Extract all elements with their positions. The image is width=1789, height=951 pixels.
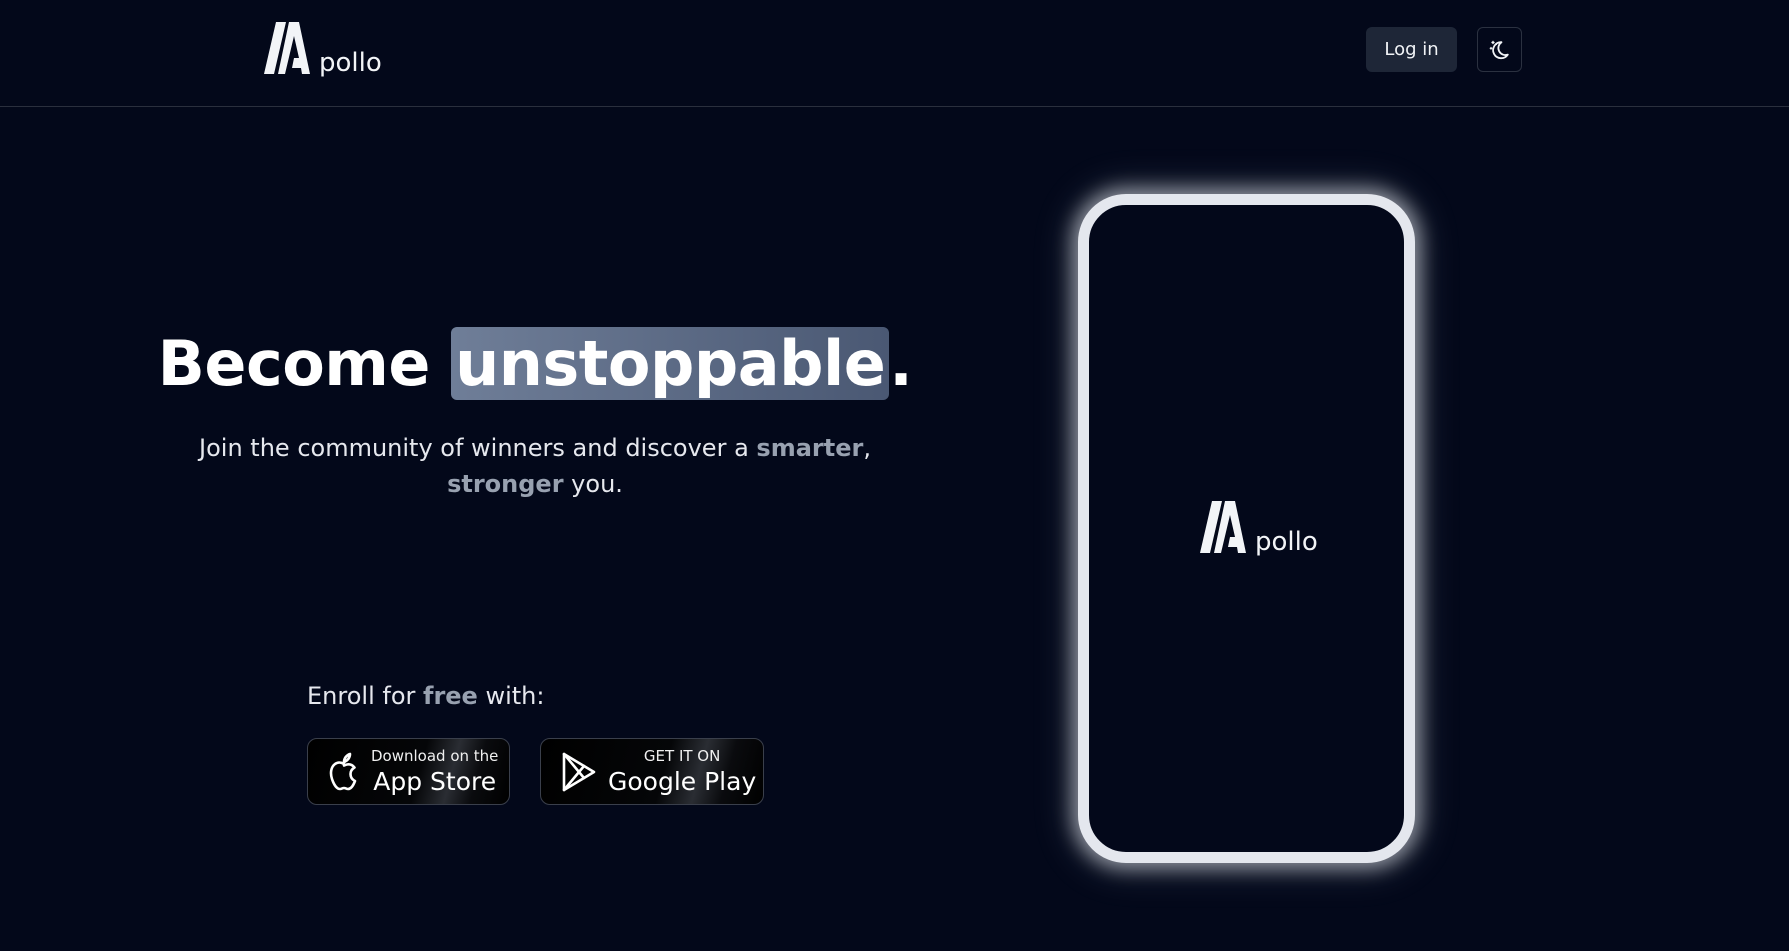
subtitle-accent-stronger: stronger [447, 470, 564, 498]
phone-mockup: pollo [1078, 194, 1415, 863]
app-store-button[interactable]: Download on the App Store [307, 738, 510, 805]
hero-subtitle: Join the community of winners and discov… [195, 430, 875, 502]
moon-stars-icon [1489, 40, 1509, 59]
app-store-text: Download on the App Store [371, 747, 499, 796]
enroll-prefix: Enroll for [307, 682, 423, 710]
enroll-suffix: with: [477, 682, 545, 710]
hero-title-suffix: . [889, 327, 913, 400]
logo-a-icon [264, 22, 310, 74]
hero-title-prefix: Become [157, 327, 452, 400]
hero-title: Become unstoppable. [0, 324, 1070, 404]
login-button[interactable]: Log in [1366, 27, 1457, 72]
theme-toggle-button[interactable] [1477, 27, 1522, 72]
apollo-logo[interactable]: pollo [264, 22, 382, 78]
enroll-accent-free: free [423, 682, 478, 710]
subtitle-part3: you. [563, 470, 623, 498]
app-store-big-label: App Store [373, 767, 497, 796]
subtitle-accent-smarter: smarter [756, 434, 864, 462]
phone-logo-a-icon [1200, 501, 1246, 553]
phone-apollo-logo: pollo [1200, 501, 1318, 557]
google-play-big-label: Google Play [608, 767, 757, 796]
navbar: pollo Log in [0, 0, 1789, 107]
google-play-text: GET IT ON Google Play [608, 747, 757, 796]
app-store-small-label: Download on the [371, 747, 499, 765]
google-play-button[interactable]: GET IT ON Google Play [540, 738, 764, 805]
phone-logo-text: pollo [1255, 527, 1318, 557]
logo-text: pollo [319, 48, 382, 78]
apple-icon [329, 752, 357, 790]
enroll-label: Enroll for free with: [307, 682, 544, 710]
subtitle-part2: , [863, 434, 871, 462]
hero-title-highlight: unstoppable [451, 327, 890, 400]
play-icon [562, 752, 596, 791]
google-play-small-label: GET IT ON [643, 747, 721, 765]
subtitle-part1: Join the community of winners and discov… [199, 434, 757, 462]
